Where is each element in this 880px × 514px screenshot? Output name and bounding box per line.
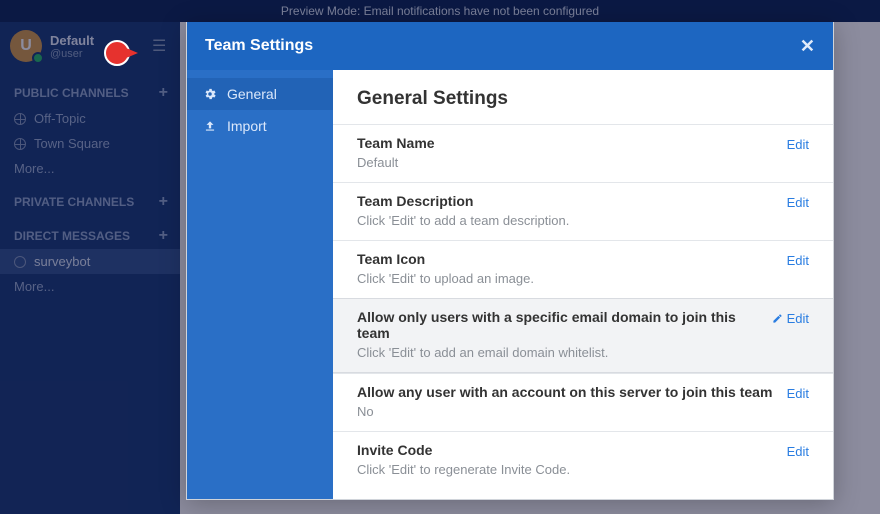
direct-messages-label: DIRECT MESSAGES bbox=[14, 229, 130, 243]
nav-import-label: Import bbox=[227, 118, 267, 134]
add-direct-message-icon[interactable]: + bbox=[159, 227, 168, 245]
channel-label: Off-Topic bbox=[34, 111, 86, 126]
edit-label: Edit bbox=[787, 386, 809, 401]
callout-number: 1 bbox=[113, 45, 121, 61]
setting-value: Default bbox=[357, 155, 787, 170]
setting-label: Allow any user with an account on this s… bbox=[357, 384, 787, 400]
team-settings-modal: Team Settings ✕ General Import General S… bbox=[186, 22, 834, 500]
setting-value: Click 'Edit' to add an email domain whit… bbox=[357, 345, 772, 360]
setting-value: Click 'Edit' to regenerate Invite Code. bbox=[357, 462, 787, 477]
nav-general[interactable]: General bbox=[187, 78, 333, 110]
modal-title: Team Settings bbox=[205, 37, 800, 55]
setting-invite-code: Invite Code Click 'Edit' to regenerate In… bbox=[333, 431, 833, 489]
edit-button[interactable]: Edit bbox=[787, 193, 809, 210]
setting-label: Allow only users with a specific email d… bbox=[357, 309, 772, 341]
setting-team-description: Team Description Click 'Edit' to add a te… bbox=[333, 182, 833, 240]
nav-import[interactable]: Import bbox=[187, 110, 333, 142]
user-row[interactable]: U Default @user ☰ bbox=[0, 22, 180, 72]
public-channels-label: PUBLIC CHANNELS bbox=[14, 86, 129, 100]
nav-general-label: General bbox=[227, 86, 277, 102]
edit-label: Edit bbox=[787, 195, 809, 210]
modal-content: General Settings Team Name Default Edit T… bbox=[333, 70, 833, 499]
avatar: U bbox=[10, 30, 42, 62]
status-dot-icon bbox=[32, 52, 44, 64]
setting-any-user-join: Allow any user with an account on this s… bbox=[333, 373, 833, 431]
edit-label: Edit bbox=[787, 311, 809, 326]
avatar-initial: U bbox=[20, 37, 32, 55]
upload-icon bbox=[203, 119, 217, 133]
edit-button[interactable]: Edit bbox=[787, 251, 809, 268]
sidebar: U Default @user ☰ PUBLIC CHANNELS + Off-… bbox=[0, 22, 180, 514]
private-channels-label: PRIVATE CHANNELS bbox=[14, 195, 134, 209]
setting-label: Team Icon bbox=[357, 251, 787, 267]
close-icon[interactable]: ✕ bbox=[800, 36, 815, 57]
edit-button[interactable]: Edit bbox=[787, 135, 809, 152]
globe-icon bbox=[14, 113, 26, 125]
setting-email-domain: Allow only users with a specific email d… bbox=[333, 298, 833, 373]
callout-pointer: 1 bbox=[104, 40, 130, 66]
direct-messages-header: DIRECT MESSAGES + bbox=[0, 215, 180, 249]
edit-label: Edit bbox=[787, 137, 809, 152]
edit-button[interactable]: Edit bbox=[787, 384, 809, 401]
dm-label: surveybot bbox=[34, 254, 90, 269]
menu-icon[interactable]: ☰ bbox=[152, 36, 170, 56]
sidebar-item-offtopic[interactable]: Off-Topic bbox=[0, 106, 180, 131]
sidebar-more-direct[interactable]: More... bbox=[0, 274, 180, 299]
setting-label: Team Name bbox=[357, 135, 787, 151]
public-channels-header: PUBLIC CHANNELS + bbox=[0, 72, 180, 106]
gear-icon bbox=[203, 87, 217, 101]
setting-team-name: Team Name Default Edit bbox=[333, 124, 833, 182]
channel-label: Town Square bbox=[34, 136, 110, 151]
setting-label: Invite Code bbox=[357, 442, 787, 458]
add-public-channel-icon[interactable]: + bbox=[159, 84, 168, 102]
add-private-channel-icon[interactable]: + bbox=[159, 193, 168, 211]
setting-value: Click 'Edit' to add a team description. bbox=[357, 213, 787, 228]
modal-nav: General Import bbox=[187, 70, 333, 499]
settings-heading: General Settings bbox=[333, 86, 833, 124]
edit-button[interactable]: Edit bbox=[787, 442, 809, 459]
more-label: More... bbox=[14, 161, 54, 176]
preview-banner: Preview Mode: Email notifications have n… bbox=[0, 0, 880, 22]
sidebar-item-townsquare[interactable]: Town Square bbox=[0, 131, 180, 156]
edit-button[interactable]: Edit bbox=[772, 309, 809, 326]
sidebar-item-surveybot[interactable]: surveybot bbox=[0, 249, 180, 274]
globe-icon bbox=[14, 138, 26, 150]
more-label: More... bbox=[14, 279, 54, 294]
edit-label: Edit bbox=[787, 253, 809, 268]
setting-team-icon: Team Icon Click 'Edit' to upload an image… bbox=[333, 240, 833, 298]
callout-badge: 1 bbox=[104, 40, 130, 66]
sidebar-more-public[interactable]: More... bbox=[0, 156, 180, 181]
setting-value: Click 'Edit' to upload an image. bbox=[357, 271, 787, 286]
edit-label: Edit bbox=[787, 444, 809, 459]
private-channels-header: PRIVATE CHANNELS + bbox=[0, 181, 180, 215]
pencil-icon bbox=[772, 313, 783, 324]
modal-header: Team Settings ✕ bbox=[187, 22, 833, 70]
setting-label: Team Description bbox=[357, 193, 787, 209]
setting-value: No bbox=[357, 404, 787, 419]
